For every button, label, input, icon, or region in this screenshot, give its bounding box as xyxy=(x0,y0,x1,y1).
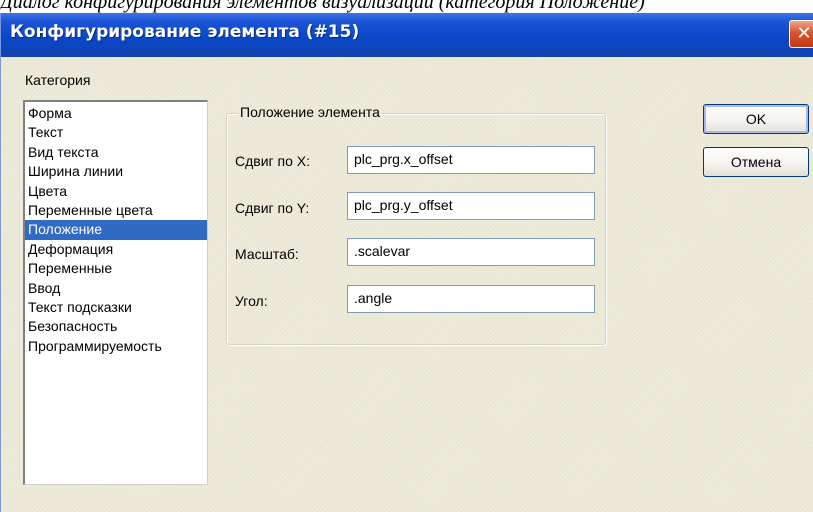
angle-label: Угол: xyxy=(235,293,268,309)
offset-y-label: Сдвиг по Y: xyxy=(235,200,310,216)
scale-label: Масштаб: xyxy=(235,246,299,262)
config-dialog: Конфигурирование элемента (#15) ✕ Катего… xyxy=(0,13,813,512)
ok-button[interactable]: OK xyxy=(703,104,809,134)
category-item-security[interactable]: Безопасность xyxy=(25,317,207,336)
category-item-color-variables[interactable]: Переменные цвета xyxy=(25,201,207,220)
window-title: Конфигурирование элемента (#15) xyxy=(10,22,360,42)
category-item-text[interactable]: Текст xyxy=(25,123,207,142)
cancel-button[interactable]: Отмена xyxy=(703,147,809,177)
category-item-text-style[interactable]: Вид текста xyxy=(25,143,207,162)
category-item-variables[interactable]: Переменные xyxy=(25,259,207,278)
offset-y-input[interactable]: plc_prg.y_offset xyxy=(347,192,595,220)
angle-input[interactable]: .angle xyxy=(347,285,595,313)
close-button[interactable]: ✕ xyxy=(789,20,813,48)
figure-caption: Диалог конфигурирования элементов визуал… xyxy=(0,0,645,13)
category-item-colors[interactable]: Цвета xyxy=(25,182,207,201)
category-item-position[interactable]: Положение xyxy=(25,220,207,240)
category-item-shape[interactable]: Форма xyxy=(25,104,207,123)
title-bar[interactable]: Конфигурирование элемента (#15) ✕ xyxy=(1,13,813,57)
category-item-line-width[interactable]: Ширина линии xyxy=(25,162,207,181)
category-item-programmability[interactable]: Программируемость xyxy=(25,337,207,356)
groupbox-title: Положение элемента xyxy=(238,104,382,120)
category-item-input[interactable]: Ввод xyxy=(25,279,207,298)
offset-x-label: Сдвиг по X: xyxy=(235,153,311,169)
position-groupbox: Положение элемента Сдвиг по X: plc_prg.x… xyxy=(226,104,606,345)
category-item-tooltip[interactable]: Текст подсказки xyxy=(25,298,207,317)
category-item-deformation[interactable]: Деформация xyxy=(25,240,207,259)
close-icon: ✕ xyxy=(796,23,812,44)
category-listbox[interactable]: Форма Текст Вид текста Ширина линии Цвет… xyxy=(23,100,208,485)
offset-x-input[interactable]: plc_prg.x_offset xyxy=(347,146,595,174)
category-label: Категория xyxy=(25,72,91,88)
scale-input[interactable]: .scalevar xyxy=(347,238,595,266)
